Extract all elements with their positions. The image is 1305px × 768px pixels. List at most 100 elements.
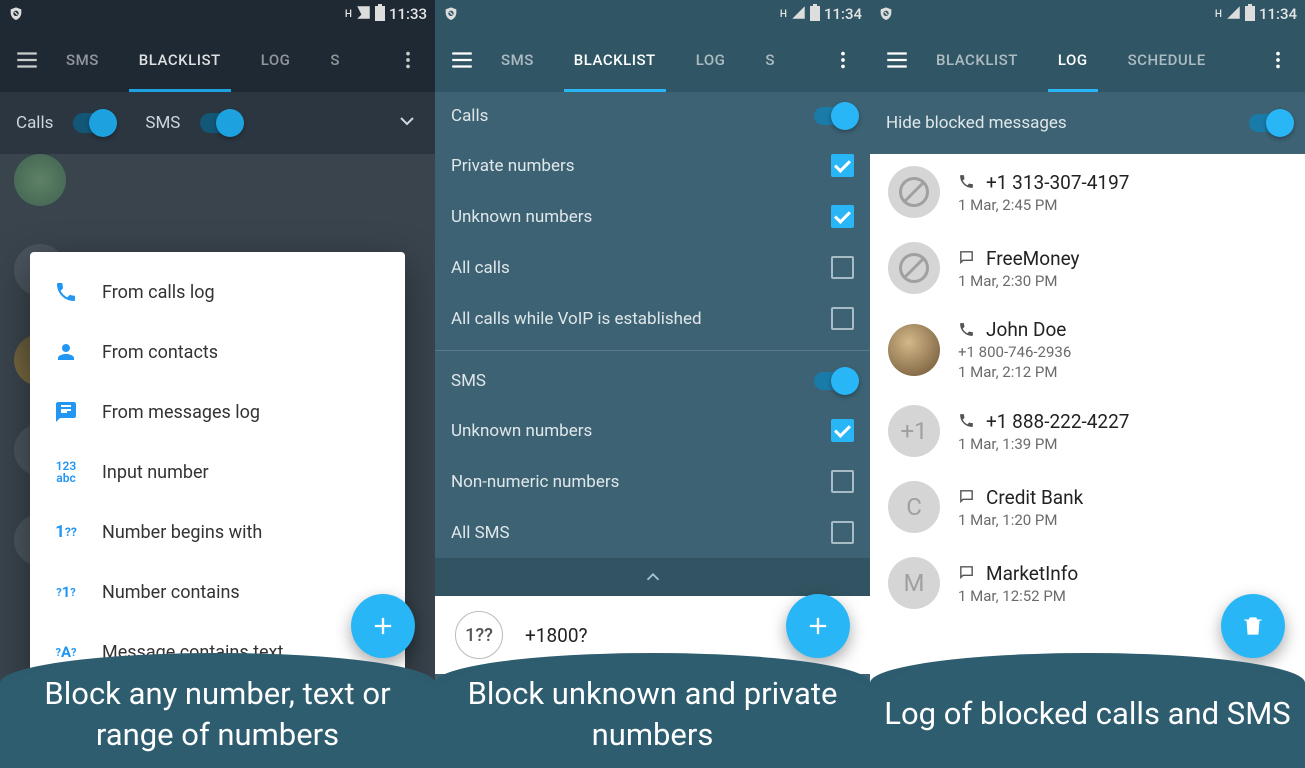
network-tag: H bbox=[780, 9, 787, 20]
shield-icon bbox=[8, 6, 24, 22]
avatar-plus-icon: +1 bbox=[888, 405, 940, 457]
popup-item-label: Input number bbox=[102, 462, 209, 483]
tab-blacklist[interactable]: BLACKLIST bbox=[119, 28, 241, 92]
option-label: Unknown numbers bbox=[451, 207, 592, 227]
tab-schedule-cut[interactable]: S bbox=[310, 28, 360, 92]
avatar-letter: M bbox=[888, 557, 940, 609]
app-toolbar: BLACKLIST LOG SCHEDULE bbox=[870, 28, 1305, 92]
avatar-photo bbox=[888, 324, 940, 376]
promo-caption: Block any number, text or range of numbe… bbox=[0, 653, 435, 768]
hide-blocked-toggle[interactable] bbox=[1249, 114, 1289, 132]
overflow-button[interactable] bbox=[1259, 41, 1297, 79]
tab-blacklist[interactable]: BLACKLIST bbox=[916, 28, 1038, 92]
status-bar: H 11:34 bbox=[435, 0, 870, 28]
app-toolbar: SMS BLACKLIST LOG S bbox=[435, 28, 870, 92]
log-time: 1 Mar, 2:12 PM bbox=[958, 363, 1287, 381]
pattern-text: +1800? bbox=[525, 624, 587, 647]
avatar-blocked-icon bbox=[888, 166, 940, 218]
number-contains-icon: ?1? bbox=[52, 578, 80, 606]
avatar-letter: C bbox=[888, 481, 940, 533]
checkbox[interactable] bbox=[831, 521, 854, 544]
log-entry[interactable]: +1 313-307-4197 1 Mar, 2:45 PM bbox=[870, 154, 1305, 230]
log-entry[interactable]: +1 +1 888-222-4227 1 Mar, 1:39 PM bbox=[870, 393, 1305, 469]
status-time: 11:33 bbox=[389, 5, 427, 23]
popup-item-label: Number contains bbox=[102, 582, 240, 603]
avatar-blocked-icon bbox=[888, 242, 940, 294]
checkbox[interactable] bbox=[831, 419, 854, 442]
message-icon bbox=[958, 249, 976, 267]
sms-master-toggle[interactable] bbox=[814, 372, 854, 390]
filter-sms-label: SMS bbox=[145, 113, 180, 133]
calls-master-toggle[interactable] bbox=[814, 107, 854, 125]
battery-icon bbox=[375, 4, 385, 25]
option-label: Private numbers bbox=[451, 156, 575, 176]
log-number: +1 800-746-2936 bbox=[958, 343, 1287, 361]
collapse-button[interactable] bbox=[435, 558, 870, 596]
promo-caption: Log of blocked calls and SMS bbox=[870, 653, 1305, 768]
calls-toggle[interactable] bbox=[73, 113, 113, 133]
tab-log[interactable]: LOG bbox=[1038, 28, 1108, 92]
popup-from-calls-log[interactable]: From calls log bbox=[30, 262, 405, 322]
battery-icon bbox=[1245, 4, 1255, 25]
phone-icon bbox=[52, 278, 80, 306]
add-fab[interactable] bbox=[786, 594, 850, 658]
menu-button[interactable] bbox=[8, 41, 46, 79]
checkbox[interactable] bbox=[831, 470, 854, 493]
opt-sms-all[interactable]: All SMS bbox=[435, 507, 870, 558]
popup-from-messages-log[interactable]: From messages log bbox=[30, 382, 405, 442]
opt-sms-unknown[interactable]: Unknown numbers bbox=[435, 405, 870, 456]
log-title: +1 888-222-4227 bbox=[986, 410, 1129, 433]
log-entry[interactable]: FreeMoney 1 Mar, 2:30 PM bbox=[870, 230, 1305, 306]
opt-all-calls[interactable]: All calls bbox=[435, 242, 870, 293]
popup-item-label: Number begins with bbox=[102, 522, 262, 543]
battery-icon bbox=[810, 4, 820, 25]
overflow-button[interactable] bbox=[389, 41, 427, 79]
checkbox[interactable] bbox=[831, 205, 854, 228]
popup-item-label: From messages log bbox=[102, 402, 260, 423]
filter-subbar: Calls SMS bbox=[0, 92, 435, 154]
opt-all-calls-voip[interactable]: All calls while VoIP is established bbox=[435, 293, 870, 344]
opt-sms-nonnumeric[interactable]: Non-numeric numbers bbox=[435, 456, 870, 507]
checkbox[interactable] bbox=[831, 256, 854, 279]
sms-toggle[interactable] bbox=[200, 113, 240, 133]
network-tag: H bbox=[345, 9, 352, 20]
log-time: 1 Mar, 1:20 PM bbox=[958, 511, 1287, 529]
person-icon bbox=[52, 338, 80, 366]
checkbox[interactable] bbox=[831, 154, 854, 177]
opt-private-numbers[interactable]: Private numbers bbox=[435, 140, 870, 191]
opt-unknown-numbers[interactable]: Unknown numbers bbox=[435, 191, 870, 242]
delete-fab[interactable] bbox=[1221, 594, 1285, 658]
message-icon bbox=[958, 488, 976, 506]
tab-schedule-cut[interactable]: S bbox=[745, 28, 795, 92]
log-entry[interactable]: C Credit Bank 1 Mar, 1:20 PM bbox=[870, 469, 1305, 545]
log-entry[interactable]: John Doe +1 800-746-2936 1 Mar, 2:12 PM bbox=[870, 306, 1305, 393]
signal-icon bbox=[791, 5, 806, 24]
popup-input-number[interactable]: 123abc Input number bbox=[30, 442, 405, 502]
menu-button[interactable] bbox=[443, 41, 481, 79]
tab-log[interactable]: LOG bbox=[241, 28, 311, 92]
phone-icon bbox=[958, 412, 976, 430]
section-label: Calls bbox=[451, 106, 488, 126]
hide-blocked-bar: Hide blocked messages bbox=[870, 92, 1305, 154]
log-title: FreeMoney bbox=[986, 247, 1080, 270]
option-label: All SMS bbox=[451, 523, 510, 543]
tab-blacklist[interactable]: BLACKLIST bbox=[554, 28, 676, 92]
tab-sms[interactable]: SMS bbox=[481, 28, 554, 92]
overflow-button[interactable] bbox=[824, 41, 862, 79]
add-fab[interactable] bbox=[351, 594, 415, 658]
menu-button[interactable] bbox=[878, 41, 916, 79]
log-time: 1 Mar, 1:39 PM bbox=[958, 435, 1287, 453]
shield-icon bbox=[443, 6, 459, 22]
tab-log[interactable]: LOG bbox=[676, 28, 746, 92]
tab-schedule[interactable]: SCHEDULE bbox=[1108, 28, 1226, 92]
status-bar: H 11:33 bbox=[0, 0, 435, 28]
tab-sms[interactable]: SMS bbox=[46, 28, 119, 92]
status-time: 11:34 bbox=[1259, 5, 1297, 23]
chevron-down-icon[interactable] bbox=[395, 109, 419, 138]
popup-number-contains[interactable]: ?1? Number contains bbox=[30, 562, 405, 622]
popup-number-begins[interactable]: 1?? Number begins with bbox=[30, 502, 405, 562]
checkbox[interactable] bbox=[831, 307, 854, 330]
phone-icon bbox=[958, 321, 976, 339]
popup-from-contacts[interactable]: From contacts bbox=[30, 322, 405, 382]
popup-item-label: From calls log bbox=[102, 282, 215, 303]
